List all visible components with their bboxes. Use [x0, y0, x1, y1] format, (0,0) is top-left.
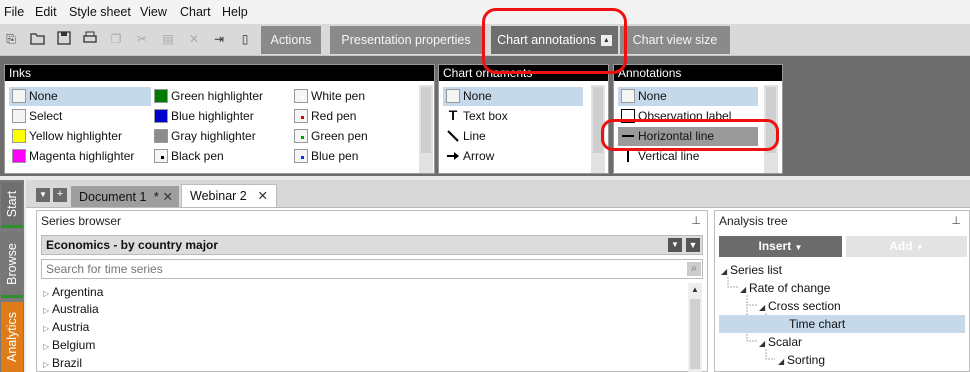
list-item[interactable]: ▷ Australia [43, 300, 99, 318]
open-icon[interactable] [30, 31, 46, 47]
ink-yellow-highlighter[interactable]: Yellow highlighter [9, 127, 151, 146]
search-input[interactable] [41, 259, 703, 279]
tree-node-series-list[interactable]: ◢ Series list [721, 261, 782, 279]
side-tab-start[interactable]: Start [1, 182, 23, 228]
highlight-circle-tab [482, 8, 627, 74]
country-list: ▷ Argentina ▷ Australia ▷ Austria ▷ Belgium … [41, 283, 703, 372]
tree-node-rate-of-change[interactable]: ◢ Rate of change [740, 279, 830, 297]
new-icon[interactable]: ⎘ [3, 31, 19, 47]
ink-magenta-highlighter[interactable]: Magenta highlighter [9, 147, 151, 166]
tab-actions[interactable]: Actions [261, 26, 321, 54]
insert-button[interactable]: Insert ▼ [719, 236, 842, 257]
collapse-icon[interactable]: ◢ [759, 335, 768, 353]
tree-node-scalar[interactable]: ◢ Scalar [759, 333, 802, 351]
close-icon[interactable]: ✕ [258, 185, 268, 207]
series-browser-title: Series browser [41, 214, 122, 228]
side-tab-analytics[interactable]: Analytics [1, 302, 23, 372]
menu-chart[interactable]: Chart [180, 5, 211, 19]
analysis-tree: ◢ Series list ◢ Rate of change ◢ Cross sect… [719, 261, 969, 372]
series-list-scrollbar[interactable]: ▲ [688, 283, 702, 372]
close-icon[interactable]: ✕ [163, 186, 173, 208]
new-tab-plus-icon[interactable]: + [53, 188, 67, 202]
ink-white-pen[interactable]: White pen [291, 87, 417, 106]
pin-icon[interactable]: ⊥ [691, 214, 701, 227]
arrow-icon [446, 149, 460, 163]
ornament-text-box[interactable]: T Text box [443, 107, 583, 126]
pin-icon[interactable]: ⊥ [951, 214, 961, 227]
line-icon [446, 129, 460, 143]
list-item[interactable]: ▷ Austria [43, 318, 89, 336]
text-box-icon: T [448, 107, 458, 123]
inks-group: Inks None Select Yellow highlighter Mage… [4, 64, 435, 174]
print-icon[interactable] [82, 31, 98, 47]
ink-none[interactable]: None [9, 87, 151, 106]
side-tab-browse[interactable]: Browse [1, 232, 23, 298]
tree-node-time-chart[interactable]: Time chart [719, 315, 965, 333]
ornament-none[interactable]: None [443, 87, 583, 106]
chart-ornaments-group: Chart ornaments None T Text box Line Arro… [438, 64, 609, 174]
side-tabs: Start Browse Analytics [0, 180, 24, 372]
ink-green-highlighter[interactable]: Green highlighter [151, 87, 291, 106]
collapse-icon[interactable]: ◢ [778, 353, 787, 371]
vertical-line-icon [621, 149, 635, 163]
ink-black-pen[interactable]: Black pen [151, 147, 291, 166]
analysis-tree-title: Analysis tree [719, 214, 788, 228]
expand-icon[interactable]: ▷ [43, 356, 52, 372]
delete-icon[interactable]: ✕ [186, 31, 202, 47]
search-icon[interactable]: ⌕ [687, 262, 701, 276]
chevron-down-icon: ▼ [915, 243, 924, 252]
series-browser-panel: Series browser ⊥ Economics - by country … [36, 210, 708, 372]
chevron-down-icon[interactable]: ▼ [668, 238, 682, 252]
collapse-icon[interactable]: ◢ [740, 281, 749, 299]
analysis-tree-panel: Analysis tree ⊥ Insert ▼ Add ▼ ◢ Series l… [714, 210, 970, 372]
highlight-circle-option [601, 119, 779, 151]
copy-icon[interactable]: ❐ [108, 31, 124, 47]
collapse-icon[interactable]: ◢ [721, 263, 730, 281]
scroll-up-icon[interactable]: ▲ [688, 283, 702, 297]
document-icon[interactable]: ▯ [237, 31, 253, 47]
filter-icon[interactable]: ▼ [686, 238, 700, 252]
database-selector[interactable]: Economics - by country major ▼ ▼ [41, 235, 703, 255]
insert-icon[interactable]: ⇥ [211, 31, 227, 47]
inks-title: Inks [5, 65, 434, 81]
tab-chart-view-size[interactable]: Chart view size [620, 26, 730, 54]
paste-icon[interactable]: ▤ [160, 31, 176, 47]
ink-red-pen[interactable]: Red pen [291, 107, 417, 126]
chevron-down-icon: ▼ [794, 243, 803, 252]
doc-tab-webinar-2[interactable]: Webinar 2 ✕ [181, 184, 277, 208]
tree-node-sorting[interactable]: ◢ Sorting [778, 351, 825, 369]
menu-view[interactable]: View [140, 5, 167, 19]
list-item[interactable]: ▷ Brazil [43, 354, 82, 372]
doc-tab-document-1[interactable]: Document 1 * ✕ [71, 186, 179, 208]
menu-file[interactable]: File [4, 5, 24, 19]
tab-list-dropdown-icon[interactable]: ▼ [36, 188, 50, 202]
ink-blue-pen[interactable]: Blue pen [291, 147, 417, 166]
annotation-none[interactable]: None [618, 87, 758, 106]
cut-icon[interactable]: ✂ [134, 31, 150, 47]
menu-help[interactable]: Help [222, 5, 248, 19]
list-item[interactable]: ▷ Belgium [43, 336, 95, 354]
workspace: ▼ + Document 1 * ✕ Webinar 2 ✕ Series br… [26, 180, 970, 372]
menu-style-sheet[interactable]: Style sheet [69, 5, 131, 19]
ornament-arrow[interactable]: Arrow [443, 147, 583, 166]
inks-scrollbar[interactable] [419, 85, 433, 173]
annotations-title: Annotations [614, 65, 782, 81]
add-button[interactable]: Add ▼ [846, 236, 967, 257]
save-icon[interactable] [56, 31, 72, 47]
list-item[interactable]: ▷ Argentina [43, 283, 103, 301]
ink-select[interactable]: Select [9, 107, 151, 126]
ink-gray-highlighter[interactable]: Gray highlighter [151, 127, 291, 146]
ink-green-pen[interactable]: Green pen [291, 127, 417, 146]
menu-edit[interactable]: Edit [35, 5, 57, 19]
tree-node-cross-section[interactable]: ◢ Cross section [759, 297, 841, 315]
tab-presentation-properties[interactable]: Presentation properties [330, 26, 482, 54]
ribbon-panel: Inks None Select Yellow highlighter Mage… [0, 56, 970, 176]
ink-blue-highlighter[interactable]: Blue highlighter [151, 107, 291, 126]
ornament-line[interactable]: Line [443, 127, 583, 146]
